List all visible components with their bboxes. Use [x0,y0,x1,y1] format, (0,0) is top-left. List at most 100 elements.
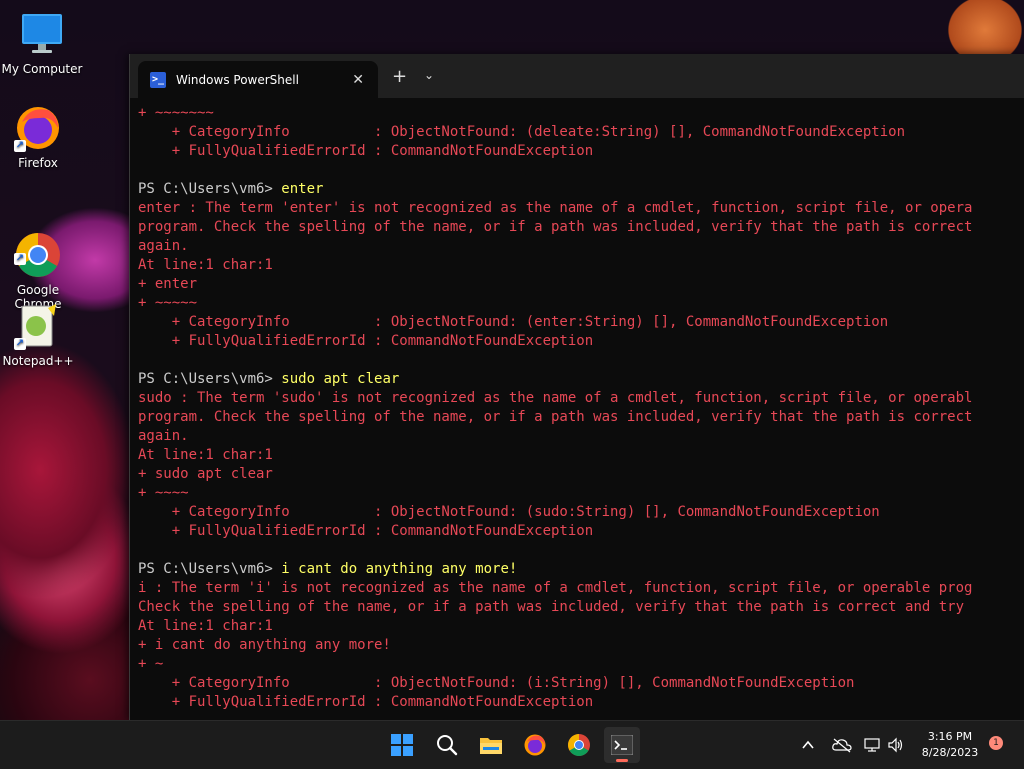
terminal-line: PS C:\Users\vm6> enter [138,180,1024,199]
desktop-icon-my-computer[interactable]: My Computer [0,10,84,76]
clock-time: 3:16 PM [927,730,973,743]
output-text: At line:1 char:1 [138,618,273,634]
terminal-line: + FullyQualifiedErrorId : CommandNotFoun… [138,332,1024,351]
terminal-line: + FullyQualifiedErrorId : CommandNotFoun… [138,522,1024,541]
output-text: + CategoryInfo : ObjectNotFound: (sudo:S… [138,504,880,520]
terminal-icon [611,735,633,755]
terminal-line: PS C:\Users\vm6> i cant do anything any … [138,560,1024,579]
network-tray-button[interactable] [864,721,882,769]
output-text: + FullyQualifiedErrorId : CommandNotFoun… [138,143,594,159]
desktop-icon-label: My Computer [1,62,83,76]
output-text: + enter [138,276,198,292]
close-tab-icon[interactable]: ✕ [352,72,364,88]
output-text: program. Check the spelling of the name,… [138,409,973,425]
terminal-line: PS C:\Users\vm6> sudo apt clear [138,370,1024,389]
chrome-taskbar-button[interactable] [561,727,597,763]
powershell-icon: >_ [150,71,166,88]
terminal-line: + sudo apt clear [138,465,1024,484]
command-text: i cant do anything any more! [281,561,518,577]
terminal-window[interactable]: >_ Windows PowerShell ✕ + ⌄ + ~~~~~~~ + … [129,54,1024,720]
onedrive-tray-button[interactable] [832,721,852,769]
active-app-indicator [616,759,628,762]
folder-icon [480,738,502,754]
terminal-line: + enter [138,275,1024,294]
output-text: + i cant do anything any more! [138,637,391,653]
clock-date: 8/28/2023 [921,746,979,759]
terminal-line: + CategoryInfo : ObjectNotFound: (enter:… [138,313,1024,332]
new-tab-button[interactable]: + [392,66,407,87]
shortcut-arrow-icon: ↗ [14,338,26,350]
show-hidden-icons-button[interactable] [800,721,816,769]
output-text: At line:1 char:1 [138,257,273,273]
output-text: enter : The term 'enter' is not recogniz… [138,200,973,216]
volume-tray-button[interactable] [887,721,905,769]
terminal-line: + ~~~~~ [138,294,1024,313]
terminal-output[interactable]: + ~~~~~~~ + CategoryInfo : ObjectNotFoun… [130,98,1024,720]
output-text: + CategoryInfo : ObjectNotFound: (enter:… [138,314,889,330]
output-text: + CategoryInfo : ObjectNotFound: (i:Stri… [138,675,855,691]
cloud-offline-icon [832,738,852,753]
shortcut-arrow-icon: ↗ [14,140,26,152]
shortcut-arrow-icon: ↗ [14,253,26,265]
terminal-line: At line:1 char:1 [138,617,1024,636]
output-text: + sudo apt clear [138,466,273,482]
start-button[interactable] [384,727,420,763]
desktop-icon-notepadpp[interactable]: ↗ Notepad++ [0,302,80,368]
output-text: At line:1 char:1 [138,447,273,463]
output-text: program. Check the spelling of the name,… [138,219,973,235]
terminal-line: + CategoryInfo : ObjectNotFound: (sudo:S… [138,503,1024,522]
output-text: + CategoryInfo : ObjectNotFound: (deleat… [138,124,906,140]
firefox-taskbar-button[interactable] [517,727,553,763]
desktop-icon-label: Notepad++ [2,354,74,368]
output-text: + ~~~~ [138,485,189,501]
output-text: + ~ [138,656,164,672]
output-text: + ~~~~~~~ [138,105,214,121]
command-text: sudo apt clear [281,371,400,387]
terminal-titlebar[interactable]: >_ Windows PowerShell ✕ + ⌄ [130,54,1024,98]
terminal-line: Check the spelling of the name, or if a … [138,598,1024,617]
output-text: again. [138,428,189,444]
terminal-line: + i cant do anything any more! [138,636,1024,655]
output-text: sudo : The term 'sudo' is not recognized… [138,390,973,406]
windows-logo-icon [391,734,413,756]
prompt-text: PS C:\Users\vm6> [138,181,282,197]
terminal-line: again. [138,237,1024,256]
file-explorer-button[interactable] [473,727,509,763]
tab-windows-powershell[interactable]: >_ Windows PowerShell ✕ [138,61,378,98]
output-text: + FullyQualifiedErrorId : CommandNotFoun… [138,333,594,349]
chevron-up-icon [802,740,814,749]
terminal-line: + FullyQualifiedErrorId : CommandNotFoun… [138,142,1024,161]
terminal-line: i : The term 'i' is not recognized as th… [138,579,1024,598]
output-text: + FullyQualifiedErrorId : CommandNotFoun… [138,523,594,539]
output-text: i : The term 'i' is not recognized as th… [138,580,973,596]
search-icon [437,735,458,756]
terminal-line: + CategoryInfo : ObjectNotFound: (i:Stri… [138,674,1024,693]
chrome-icon: ↗ [14,217,62,277]
monitor-icon [18,10,66,58]
terminal-line: again. [138,427,1024,446]
desktop-icon-firefox[interactable]: ↗ Firefox [0,104,80,170]
tab-title: Windows PowerShell [176,72,299,87]
command-text: enter [281,181,324,197]
prompt-text: PS C:\Users\vm6> [138,561,282,577]
output-text: again. [138,238,189,254]
terminal-line: + ~~~~ [138,484,1024,503]
terminal-line: program. Check the spelling of the name,… [138,408,1024,427]
clock[interactable]: 3:16 PM 8/28/2023 [918,729,982,761]
output-text: + ~~~~~ [138,295,198,311]
search-button[interactable] [429,727,465,763]
terminal-line: + ~ [138,655,1024,674]
firefox-icon: ↗ [14,104,62,152]
terminal-line: sudo : The term 'sudo' is not recognized… [138,389,1024,408]
terminal-line: + FullyQualifiedErrorId : CommandNotFoun… [138,693,1024,712]
notification-badge[interactable]: 1 [989,736,1003,750]
terminal-taskbar-button[interactable] [604,727,640,763]
network-icon [864,738,880,752]
output-text: + FullyQualifiedErrorId : CommandNotFoun… [138,694,594,710]
prompt-text: PS C:\Users\vm6> [138,371,282,387]
chevron-down-icon[interactable]: ⌄ [424,68,434,82]
speaker-icon [888,737,903,753]
